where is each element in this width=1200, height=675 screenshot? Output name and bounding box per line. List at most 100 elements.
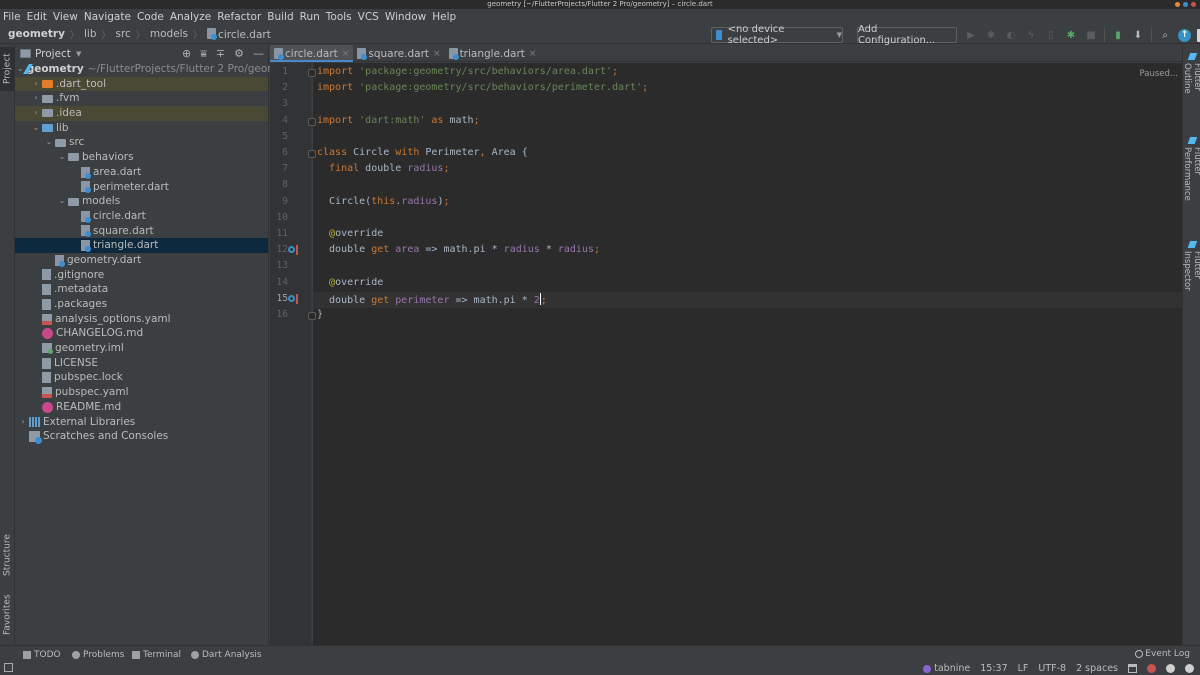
tree-item[interactable]: CHANGELOG.md	[15, 326, 268, 341]
menu-item-code[interactable]: Code	[137, 9, 164, 25]
tree-item[interactable]: pubspec.yaml	[15, 385, 268, 400]
close-tab-icon[interactable]: ×	[342, 49, 350, 59]
chevron-down-icon[interactable]: ⌄	[56, 194, 68, 209]
avd-manager-icon[interactable]: ▮	[1111, 28, 1125, 42]
chevron-right-icon[interactable]: ›	[30, 91, 42, 106]
override-method-icon[interactable]	[288, 245, 301, 256]
tree-item[interactable]: ⌄ geometry ~/FlutterProjects/Flutter 2 Pro…	[15, 62, 299, 77]
tree-item[interactable]: › .fvm	[15, 91, 268, 106]
line-number[interactable]: 9	[270, 196, 288, 207]
line-separator[interactable]: LF	[1018, 663, 1029, 674]
tool-tab-project[interactable]: Project	[0, 47, 15, 91]
sdk-manager-icon[interactable]: ⬇	[1131, 28, 1145, 42]
line-number[interactable]: 12	[270, 244, 288, 255]
menu-item-vcs[interactable]: VCS	[358, 9, 379, 25]
tree-item[interactable]: › .idea	[15, 106, 268, 121]
file-encoding[interactable]: UTF-8	[1038, 663, 1066, 674]
menu-item-view[interactable]: View	[53, 9, 78, 25]
line-number[interactable]: 3	[270, 98, 288, 109]
tool-tab-dart-analysis[interactable]: Dart Analysis	[191, 650, 262, 660]
breadcrumb-item-file[interactable]: circle.dart	[207, 27, 271, 41]
collapse-all-icon[interactable]: ∓	[216, 47, 225, 61]
hot-reload-icon[interactable]: ϟ	[1024, 28, 1038, 42]
tree-item[interactable]: geometry.iml	[15, 341, 268, 356]
breadcrumb-item-src[interactable]: src	[116, 28, 131, 40]
tool-tab-flutter-performance[interactable]: Flutter Performance	[1182, 137, 1200, 227]
breadcrumb-item-models[interactable]: models	[150, 28, 188, 40]
breadcrumb-item-project[interactable]: geometry	[8, 28, 65, 40]
attach-debugger-icon[interactable]: ✱	[1064, 28, 1078, 42]
override-method-icon[interactable]	[288, 293, 301, 304]
gear-icon[interactable]: ⚙	[234, 47, 244, 61]
toggle-tool-windows-icon[interactable]	[4, 663, 13, 672]
indent-setting[interactable]: 2 spaces	[1076, 663, 1118, 674]
line-number[interactable]: 16	[270, 309, 288, 320]
line-number[interactable]: 2	[270, 82, 288, 93]
tool-tab-todo[interactable]: TODO	[23, 650, 61, 660]
editor-tab[interactable]: circle.dart ×	[270, 45, 354, 62]
line-number[interactable]: 4	[270, 115, 288, 126]
hide-icon[interactable]: —	[253, 47, 264, 61]
debug-icon[interactable]: ✱	[984, 28, 998, 42]
tree-item[interactable]: .packages	[15, 297, 268, 312]
tree-item[interactable]: ⌄ behaviors	[15, 150, 268, 165]
line-number[interactable]: 10	[270, 212, 288, 223]
caret-position[interactable]: 15:37	[980, 663, 1007, 674]
update-icon[interactable]: ↑	[1178, 28, 1191, 42]
tree-item[interactable]: ⌄ lib	[15, 121, 268, 136]
run-icon[interactable]: ▶	[964, 28, 978, 42]
tool-tab-terminal[interactable]: Terminal	[132, 650, 181, 660]
line-number[interactable]: 13	[270, 260, 288, 271]
locate-icon[interactable]: ⊕	[182, 47, 191, 61]
line-number[interactable]: 14	[270, 277, 288, 288]
error-indicator-icon[interactable]	[1147, 664, 1156, 673]
tree-item[interactable]: ⌄ src	[15, 135, 268, 150]
menu-item-build[interactable]: Build	[267, 9, 293, 25]
tree-item[interactable]: analysis_options.yaml	[15, 312, 268, 327]
lock-icon[interactable]	[1128, 664, 1137, 673]
project-view-selector[interactable]: Project	[35, 48, 71, 60]
close-button[interactable]	[1191, 2, 1196, 7]
tree-item[interactable]: › .dart_tool	[15, 76, 268, 92]
line-number[interactable]: 5	[270, 131, 288, 142]
tree-item[interactable]: ⌄ models	[15, 194, 268, 209]
editor-tab[interactable]: triangle.dart ×	[445, 45, 541, 62]
editor-tab[interactable]: square.dart ×	[353, 45, 444, 62]
chevron-right-icon[interactable]: ›	[17, 415, 29, 430]
chevron-right-icon[interactable]: ›	[30, 106, 42, 121]
close-tab-icon[interactable]: ×	[529, 49, 537, 59]
event-log-button[interactable]: Event Log	[1135, 649, 1190, 659]
tool-tab-structure[interactable]: Structure	[0, 530, 15, 580]
fold-marker-icon[interactable]	[308, 69, 316, 77]
tree-item[interactable]: .metadata	[15, 282, 268, 297]
coverage-icon[interactable]: ◐	[1004, 28, 1018, 42]
close-tab-icon[interactable]: ×	[433, 49, 441, 59]
sad-face-icon[interactable]	[1185, 664, 1194, 673]
line-number[interactable]: 8	[270, 179, 288, 190]
tree-item[interactable]: Scratches and Consoles	[15, 429, 268, 445]
stop-icon[interactable]: ■	[1084, 28, 1098, 42]
add-configuration-button[interactable]: Add Configuration...	[857, 24, 957, 46]
menu-item-window[interactable]: Window	[385, 9, 426, 25]
menu-item-navigate[interactable]: Navigate	[84, 9, 131, 25]
tree-item[interactable]: LICENSE	[15, 356, 268, 371]
tree-item[interactable]: pubspec.lock	[15, 370, 268, 385]
breadcrumb-item-lib[interactable]: lib	[84, 28, 97, 40]
tree-item[interactable]: circle.dart	[15, 209, 268, 224]
menu-item-help[interactable]: Help	[432, 9, 456, 25]
tree-item[interactable]: README.md	[15, 400, 268, 415]
maximize-button[interactable]	[1183, 2, 1188, 7]
tree-item[interactable]: triangle.dart	[15, 238, 268, 253]
chevron-right-icon[interactable]: ›	[30, 77, 42, 92]
tree-item[interactable]: geometry.dart	[15, 253, 268, 268]
line-number[interactable]: 1	[270, 66, 288, 77]
happy-face-icon[interactable]	[1166, 664, 1175, 673]
fold-marker-icon[interactable]	[308, 117, 316, 126]
line-number[interactable]: 15	[270, 293, 288, 304]
menu-item-refactor[interactable]: Refactor	[217, 9, 261, 25]
tree-item[interactable]: perimeter.dart	[15, 180, 268, 195]
menu-item-edit[interactable]: Edit	[27, 9, 47, 25]
chevron-down-icon[interactable]: ▼	[76, 50, 81, 58]
fold-marker-icon[interactable]	[308, 150, 316, 158]
device-selector[interactable]: <no device selected> ▼	[711, 24, 843, 46]
